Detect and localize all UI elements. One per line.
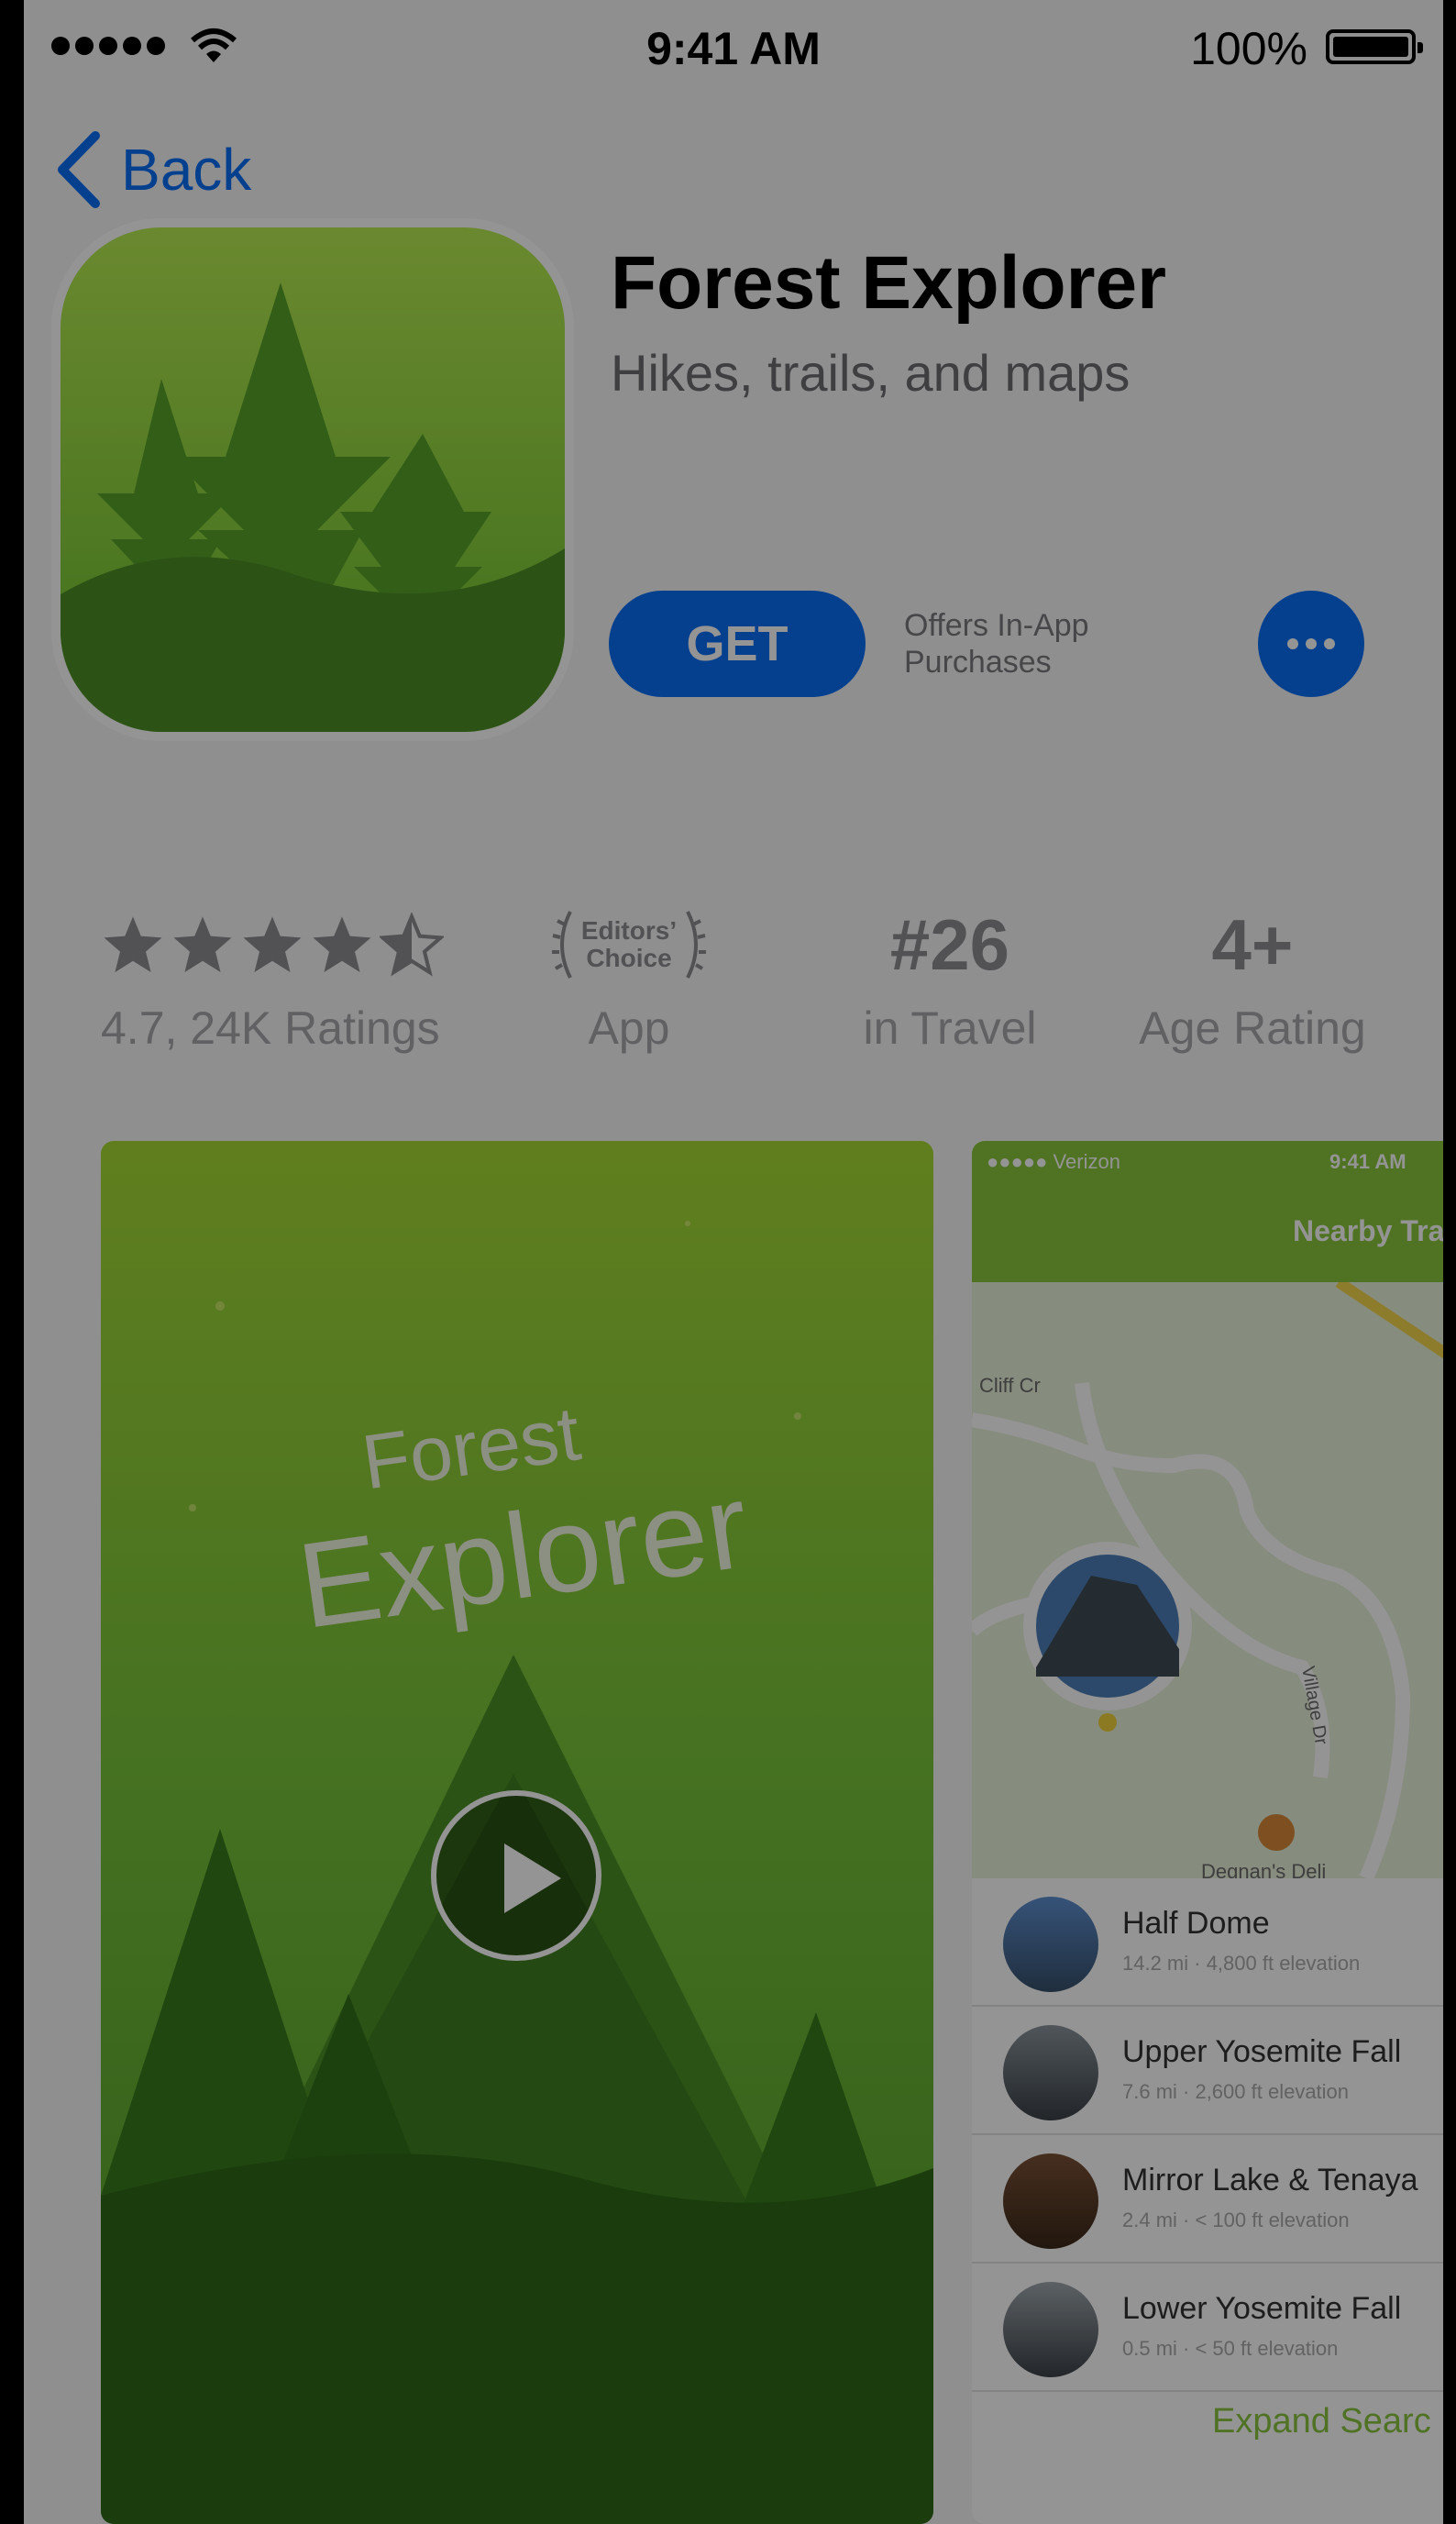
- preview-nav-title: Nearby Tra: [1293, 1214, 1443, 1247]
- laurel-left-icon: [551, 911, 572, 979]
- street-label: Cliff Cr: [979, 1374, 1041, 1397]
- back-label: Back: [121, 137, 252, 203]
- trail-thumbnail: [1003, 1897, 1098, 1992]
- age-stat: 4+ Age Rating: [1115, 899, 1390, 1055]
- list-item[interactable]: Lower Yosemite Fall 0.5 mi · < 50 ft ele…: [972, 2264, 1443, 2392]
- rank-stat: #26 in Travel: [812, 899, 1087, 1055]
- trail-list: Half Dome 14.2 mi · 4,800 ft elevation U…: [972, 1878, 1443, 2392]
- get-button[interactable]: GET: [609, 591, 866, 697]
- laurel-right-icon: [686, 911, 707, 979]
- battery-percent: 100%: [1190, 23, 1307, 74]
- trail-thumbnail: [1003, 2282, 1098, 2377]
- rating-label: 4.7, 24K Ratings: [101, 1002, 440, 1054]
- play-icon[interactable]: [431, 1790, 601, 1961]
- iap-line-1: Offers In-App: [904, 608, 1089, 643]
- more-options-button[interactable]: [1258, 591, 1364, 697]
- trail-meta: 2.4 mi · < 100 ft elevation: [1122, 2208, 1350, 2231]
- preview-video[interactable]: Forest Explorer: [101, 1141, 933, 2524]
- editors-choice-stat: Editors’ Choice App: [519, 899, 739, 1055]
- trail-name: Mirror Lake & Tenaya: [1122, 2163, 1418, 2197]
- star-icon: [313, 916, 371, 973]
- list-item[interactable]: Half Dome 14.2 mi · 4,800 ft elevation: [972, 1878, 1443, 2007]
- status-bar: 9:41 AM 100%: [24, 0, 1443, 92]
- star-icon: [104, 916, 162, 973]
- trail-name: Half Dome: [1122, 1906, 1270, 1941]
- expand-search-button[interactable]: Expand Searc: [1212, 2402, 1431, 2441]
- app-subtitle: Hikes, trails, and maps: [611, 344, 1131, 402]
- rank-value: #26: [889, 904, 1010, 985]
- back-button[interactable]: Back: [51, 128, 251, 211]
- star-icon: [243, 916, 302, 973]
- rating-stat: 4.7, 24K Ratings: [101, 899, 468, 1055]
- in-app-purchases-note: Offers In-App Purchases: [904, 607, 1089, 681]
- poi-label: Degnan's Deli: [1201, 1860, 1326, 1878]
- stats-row: 4.7, 24K Ratings Editors’ Choice App #26 …: [24, 899, 1443, 1082]
- preview-status-bar: ●●●●● Verizon 9:41 AM: [972, 1141, 1443, 1187]
- editors-line-2: Choice: [586, 944, 672, 972]
- editors-line-1: Editors’: [580, 916, 678, 945]
- star-half-icon: [380, 913, 444, 977]
- fork-knife-icon: [1258, 1814, 1295, 1851]
- star-rating: [101, 899, 468, 991]
- star-icon: [173, 916, 232, 973]
- trail-name: Upper Yosemite Fall: [1122, 2034, 1402, 2069]
- preview-carrier: ●●●●● Verizon: [987, 1150, 1120, 1173]
- chevron-left-icon: [58, 131, 100, 208]
- age-label: Age Rating: [1139, 1002, 1366, 1054]
- trail-meta: 7.6 mi · 2,600 ft elevation: [1122, 2080, 1350, 2103]
- list-item[interactable]: Upper Yosemite Fall 7.6 mi · 2,600 ft el…: [972, 2007, 1443, 2135]
- app-store-screen: 9:41 AM 100% Back Forest Explorer Hikes,…: [24, 0, 1443, 2524]
- list-item[interactable]: Mirror Lake & Tenaya 2.4 mi · < 100 ft e…: [972, 2135, 1443, 2264]
- trail-name: Lower Yosemite Fall: [1122, 2291, 1402, 2326]
- age-value: 4+: [1211, 904, 1294, 985]
- trail-thumbnail: [1003, 2025, 1098, 2120]
- trail-thumbnail: [1003, 2153, 1098, 2249]
- iap-line-2: Purchases: [904, 645, 1052, 680]
- preview-time: 9:41 AM: [1329, 1150, 1406, 1173]
- ellipsis-icon: [1287, 638, 1298, 649]
- editors-choice-label: App: [588, 1002, 670, 1054]
- app-title: Forest Explorer: [611, 241, 1167, 325]
- preview-nav-bar: Nearby Tra: [972, 1187, 1443, 1282]
- street-label: Village Dr: [1297, 1665, 1331, 1746]
- trail-meta: 0.5 mi · < 50 ft elevation: [1122, 2337, 1339, 2360]
- screenshot-nearby-trails[interactable]: ●●●●● Verizon 9:41 AM Nearby Tra Cliff C…: [972, 1141, 1443, 2524]
- rank-label: in Travel: [863, 1002, 1037, 1054]
- battery-icon: [1326, 29, 1423, 64]
- trail-meta: 14.2 mi · 4,800 ft elevation: [1122, 1952, 1361, 1975]
- map-view: Cliff Cr Village Dr Degnan's Deli: [972, 1282, 1443, 1878]
- app-icon: [61, 227, 565, 732]
